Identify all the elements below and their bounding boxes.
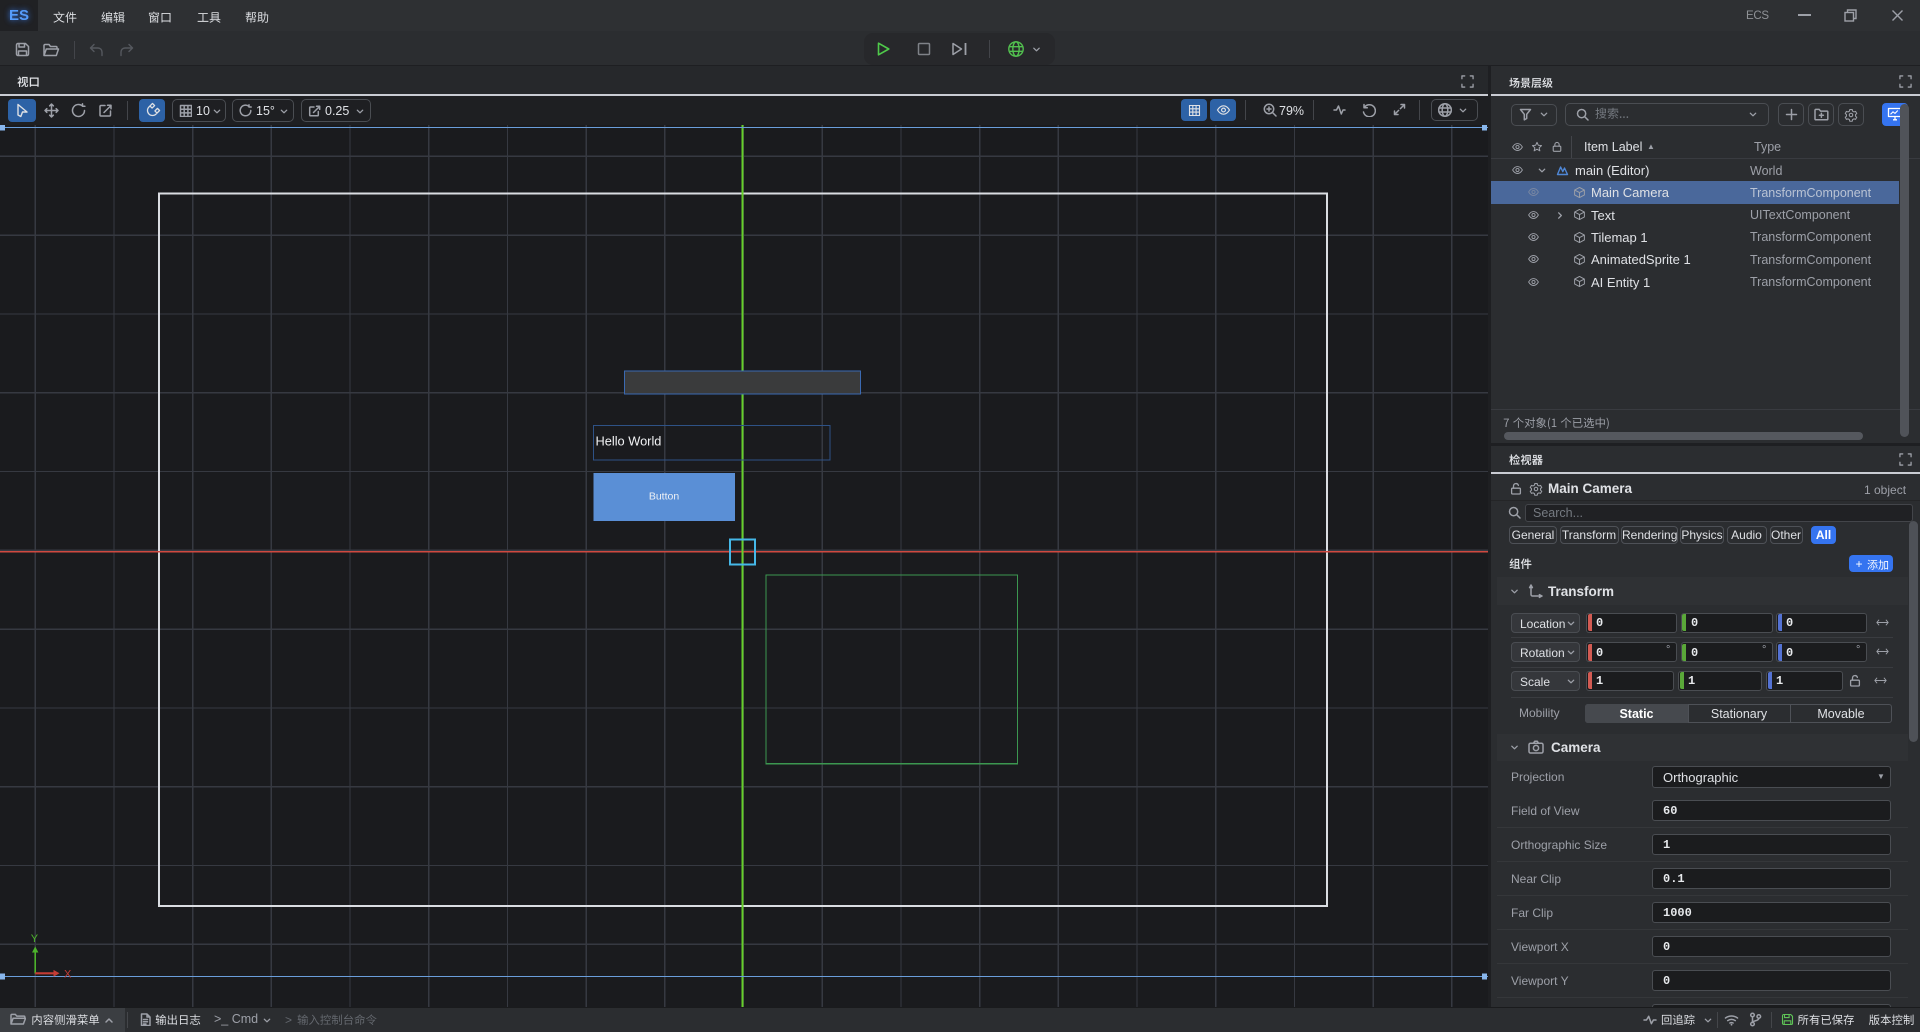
svg-text:X: X	[64, 969, 72, 981]
svg-text:Hello World: Hello World	[596, 434, 662, 449]
svg-text:Y: Y	[31, 933, 39, 945]
svg-text:Button: Button	[649, 491, 680, 503]
